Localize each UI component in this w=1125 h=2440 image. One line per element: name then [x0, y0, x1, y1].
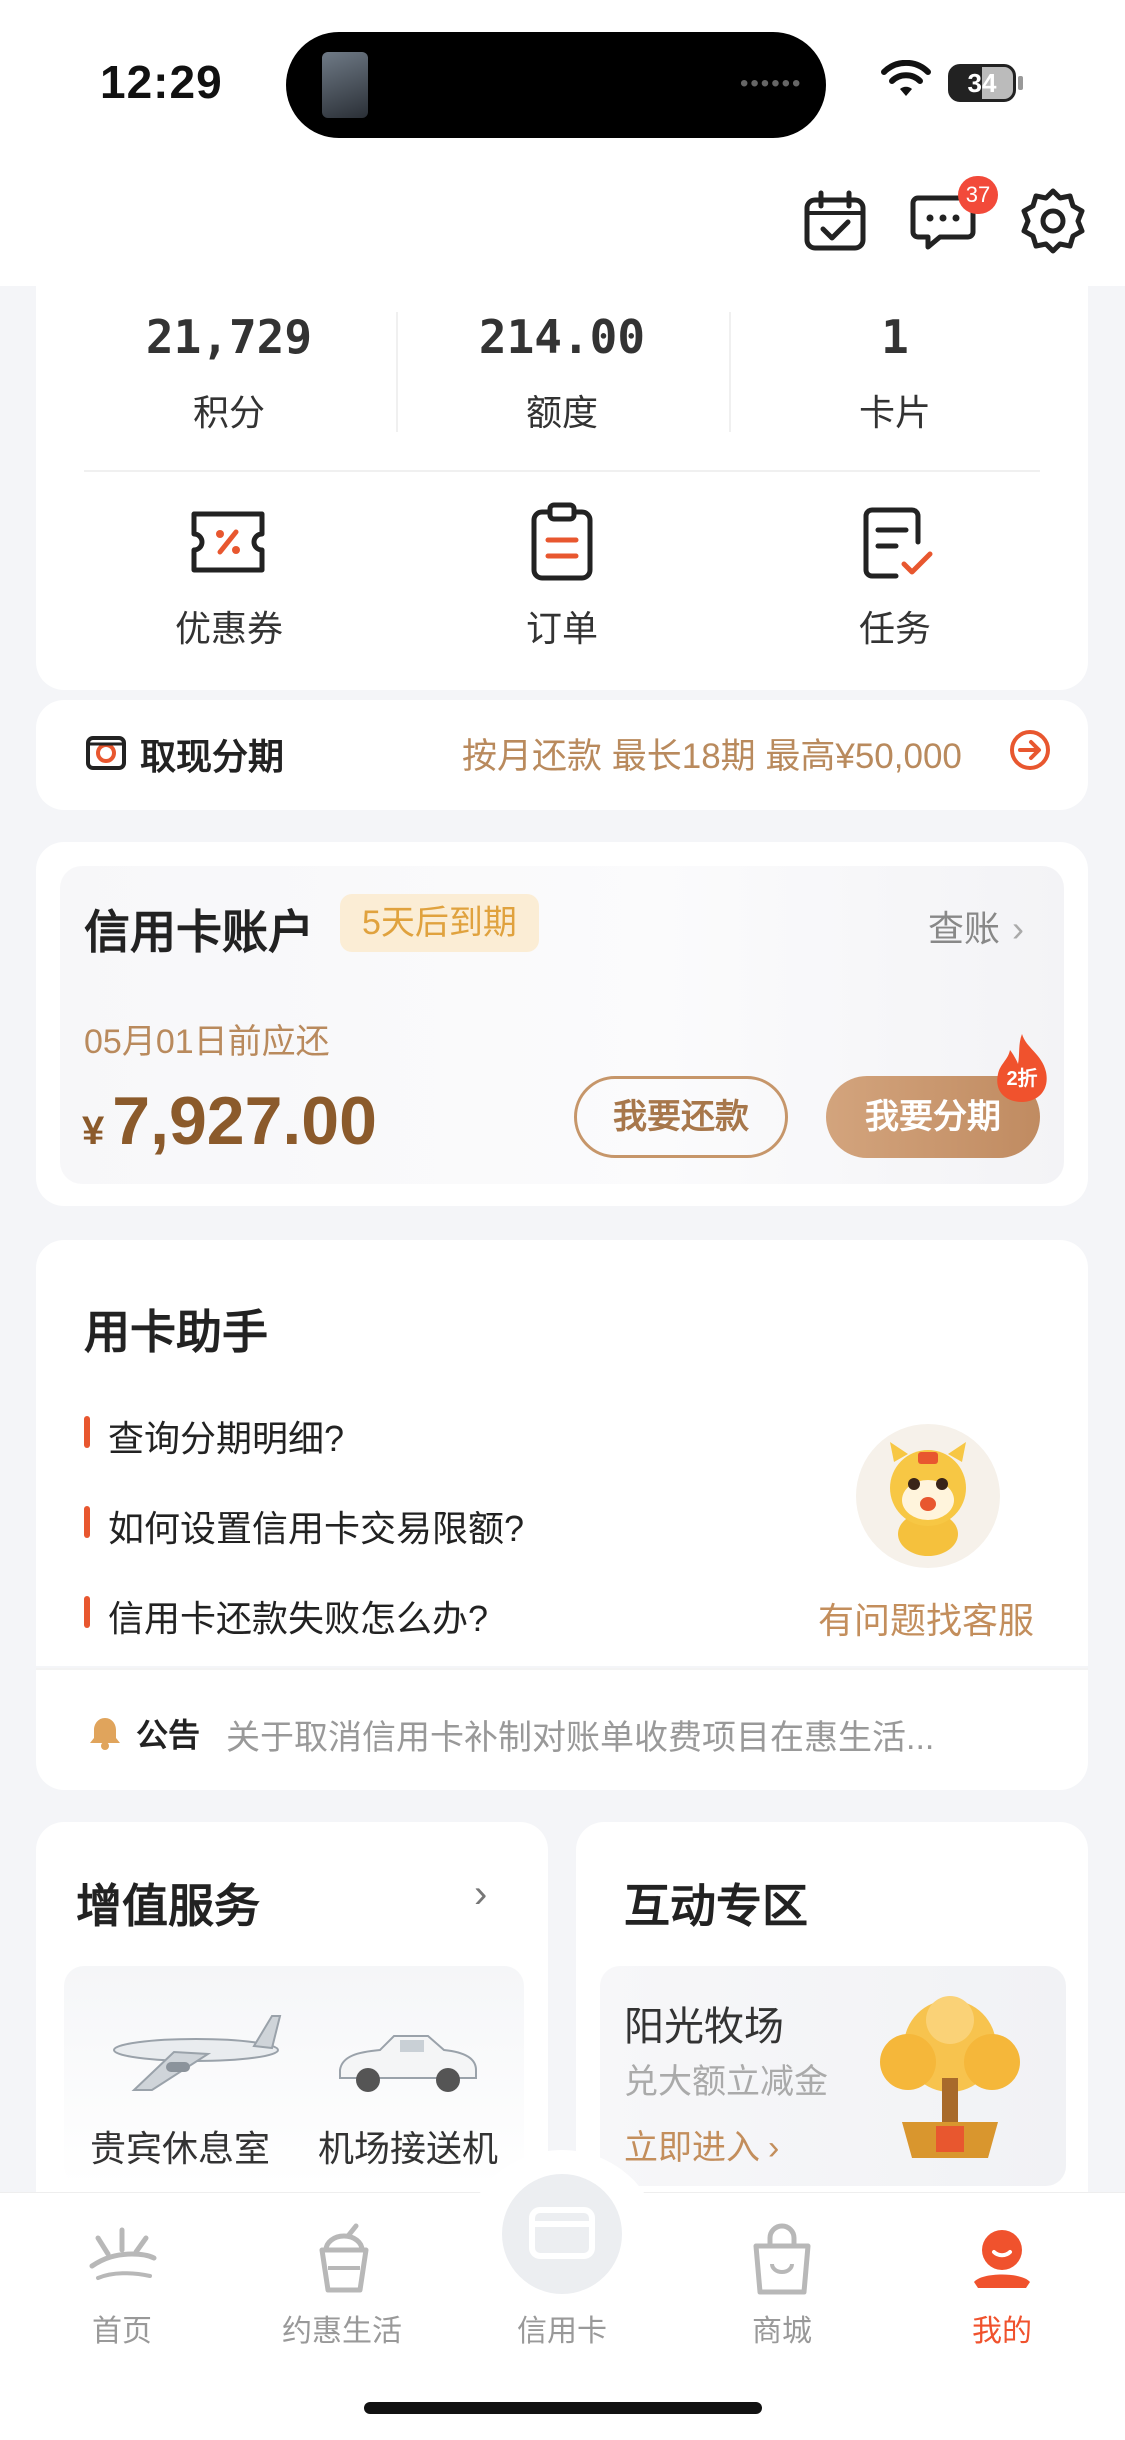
wifi-icon — [881, 60, 931, 96]
view-bill-link[interactable]: 查账 › — [928, 900, 1024, 952]
question-item[interactable]: 信用卡还款失败怎么办? — [108, 1590, 488, 1642]
status-time: 12:29 — [100, 56, 223, 108]
airport-transfer-service[interactable]: 机场接送机 — [318, 2120, 498, 2172]
notice-label: 公告 — [136, 1717, 201, 1753]
order-icon[interactable] — [520, 500, 604, 584]
chevron-right-icon: › — [1012, 908, 1025, 949]
view-bill-label[interactable]: 查账 — [928, 908, 1000, 949]
divider — [84, 470, 1040, 472]
amount-due: ¥7,927.00 — [82, 1082, 377, 1160]
car-icon — [339, 2035, 477, 2092]
limit-label: 额度 — [525, 392, 598, 433]
value-services-title[interactable]: 增值服务 — [76, 1870, 260, 1936]
limit-value[interactable]: 214.00 — [397, 310, 727, 364]
credit-card-tab-icon[interactable] — [500, 2172, 624, 2296]
question-item[interactable]: 如何设置信用卡交易限额? — [108, 1500, 524, 1552]
tab-mine[interactable]: 我的 — [912, 2306, 1092, 2350]
interactive-title: 互动专区 — [624, 1881, 808, 1932]
promo-badge: 2折 — [1006, 1068, 1038, 1090]
enter-link-label[interactable]: 立即进入 — [624, 2129, 760, 2167]
currency-symbol: ¥ — [82, 1109, 105, 1153]
battery-nub — [1018, 76, 1023, 90]
tab-mall[interactable]: 商城 — [692, 2306, 872, 2350]
notice-text[interactable]: 关于取消信用卡补制对账单收费项目在惠生活... — [226, 1710, 1016, 1759]
settings-icon[interactable] — [1020, 188, 1086, 254]
battery-level: 34 — [967, 68, 997, 98]
lounge-service[interactable]: 贵宾休息室 — [90, 2120, 270, 2172]
tab-credit-card[interactable]: 信用卡 — [472, 2306, 652, 2350]
points-label: 积分 — [192, 392, 265, 433]
due-date-text: 05月01日前应还 — [84, 1023, 330, 1061]
cash-installment-desc: 按月还款 最长18期 最高¥50,000 — [462, 737, 962, 776]
customer-service-link[interactable]: 有问题找客服 — [818, 1592, 1034, 1644]
profile-icon[interactable] — [964, 2222, 1040, 2298]
points-value[interactable]: 21,729 — [64, 310, 394, 364]
due-tag: 5天后到期 — [340, 894, 539, 952]
repay-button[interactable]: 我要还款 — [574, 1076, 788, 1158]
question-item[interactable]: 查询分期明细? — [108, 1410, 344, 1462]
now-playing-thumbnail — [322, 52, 368, 118]
task-icon[interactable] — [854, 500, 938, 584]
enter-link[interactable]: 立即进入 › — [624, 2120, 779, 2169]
order-label[interactable]: 订单 — [397, 600, 727, 652]
tiger-mascot-icon — [890, 1442, 966, 1556]
calendar-icon[interactable] — [802, 188, 868, 254]
tab-home[interactable]: 首页 — [32, 2306, 212, 2350]
coupon-icon[interactable] — [186, 500, 270, 584]
task-label[interactable]: 任务 — [730, 600, 1060, 652]
cards-value[interactable]: 1 — [730, 310, 1060, 364]
coupon-label[interactable]: 优惠券 — [64, 600, 394, 652]
drink-cup-icon[interactable] — [306, 2222, 382, 2298]
shopping-bag-icon[interactable] — [744, 2222, 820, 2298]
cards-label: 卡片 — [858, 392, 931, 433]
amount-value: 7,927.00 — [112, 1083, 377, 1159]
messages-badge: 37 — [958, 176, 998, 214]
sunshine-farm-desc: 兑大额立减金 — [624, 2063, 828, 2101]
question-marker — [84, 1416, 90, 1448]
question-marker — [84, 1506, 90, 1538]
tab-lifestyle[interactable]: 约惠生活 — [252, 2306, 432, 2350]
bell-icon — [90, 1718, 120, 1750]
arrow-circle-icon[interactable] — [1008, 728, 1052, 772]
account-title: 信用卡账户 — [84, 906, 314, 958]
divider — [396, 312, 398, 432]
airplane-icon — [113, 2015, 282, 2091]
question-marker — [84, 1596, 90, 1628]
chevron-right-icon[interactable]: › — [474, 1872, 487, 1917]
assistant-title: 用卡助手 — [84, 1306, 268, 1358]
activity-dots: •••••• — [740, 70, 803, 97]
cash-installment-title: 取现分期 — [140, 737, 285, 777]
cash-icon — [86, 736, 126, 770]
divider — [729, 312, 731, 432]
chevron-right-icon: › — [768, 2129, 780, 2167]
sunshine-farm-title[interactable]: 阳光牧场 — [624, 1994, 784, 2052]
home-indicator — [364, 2402, 762, 2414]
home-sun-icon[interactable] — [84, 2222, 160, 2298]
money-tree-icon — [880, 1996, 1020, 2158]
